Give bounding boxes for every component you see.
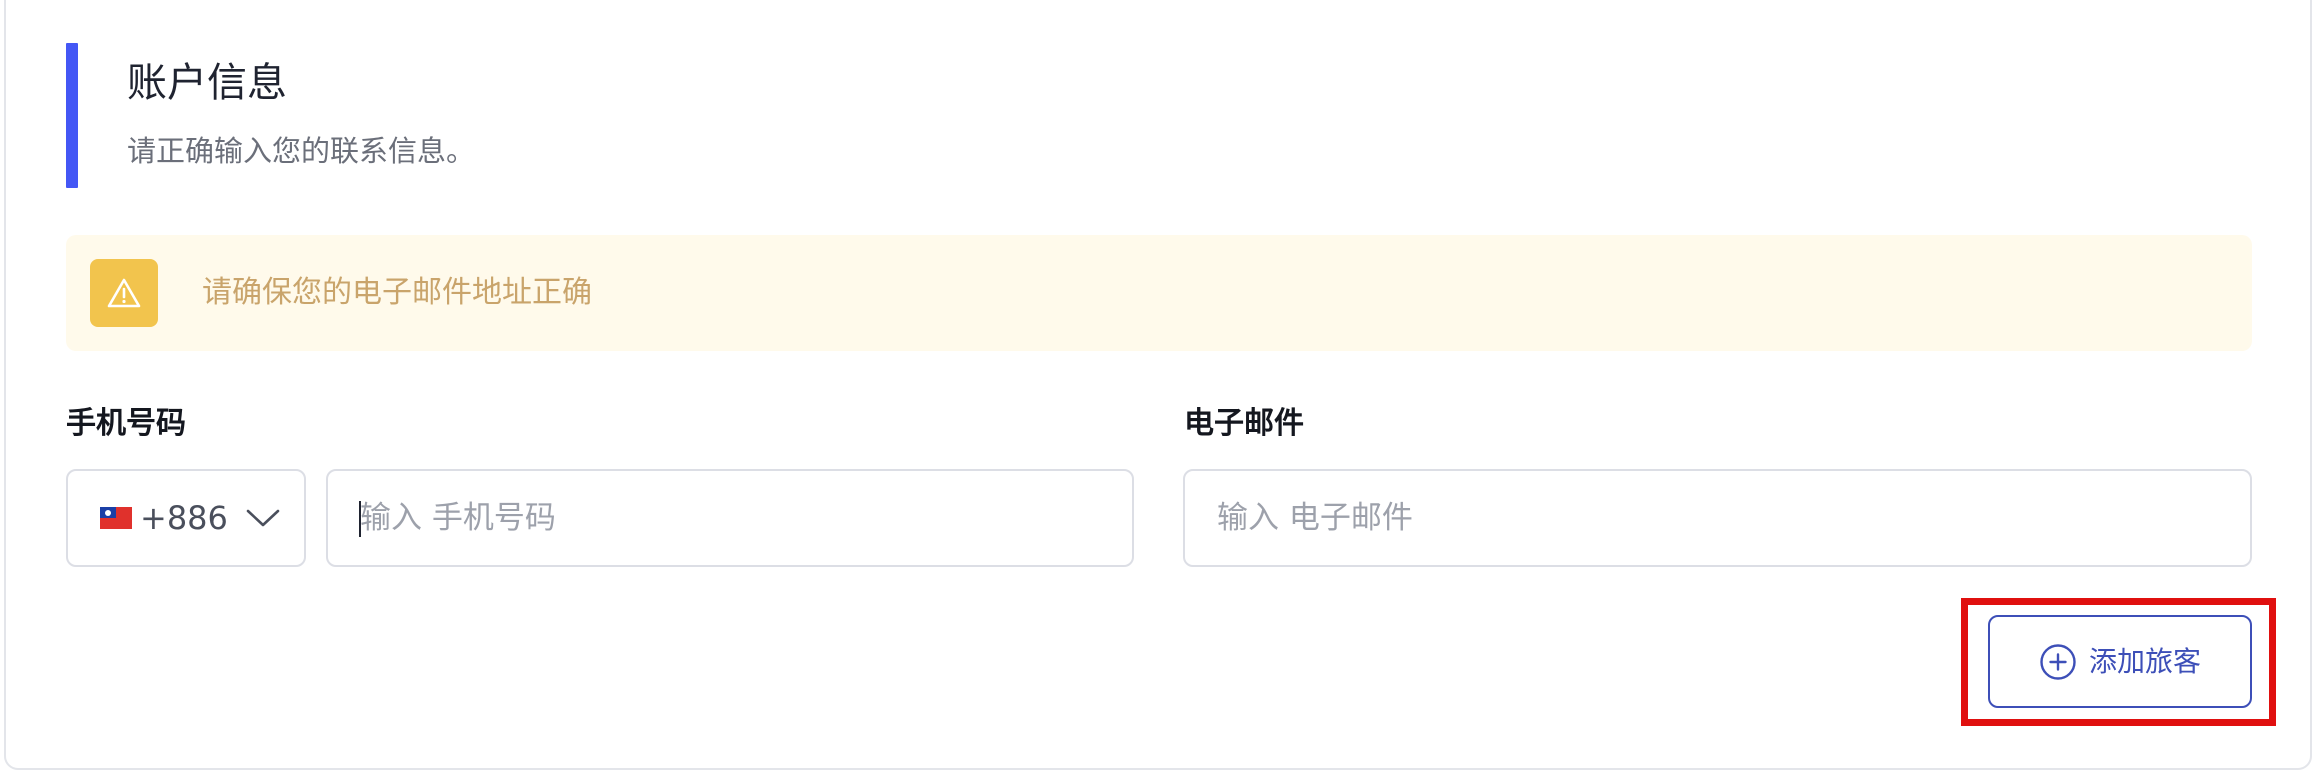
phone-number-input[interactable] bbox=[326, 469, 1134, 567]
section-accent-bar bbox=[66, 43, 78, 188]
text-cursor bbox=[359, 501, 361, 537]
alert-message: 请确保您的电子邮件地址正确 bbox=[202, 275, 592, 310]
dial-code: +886 bbox=[140, 499, 228, 537]
account-info-card bbox=[4, 0, 2312, 770]
plus-circle-icon bbox=[2039, 643, 2077, 681]
taiwan-flag-icon bbox=[100, 507, 132, 529]
section-subtitle: 请正确输入您的联系信息。 bbox=[127, 134, 476, 168]
add-traveler-button[interactable]: 添加旅客 bbox=[1988, 615, 2252, 708]
chevron-down-icon bbox=[246, 508, 280, 528]
add-traveler-label: 添加旅客 bbox=[2088, 644, 2201, 678]
section-title: 账户信息 bbox=[127, 60, 287, 106]
phone-label: 手机号码 bbox=[66, 406, 186, 441]
email-warning-alert: 请确保您的电子邮件地址正确 bbox=[66, 235, 2252, 351]
email-input[interactable] bbox=[1183, 469, 2252, 567]
warning-triangle-icon bbox=[90, 259, 158, 327]
email-label: 电子邮件 bbox=[1184, 406, 1304, 441]
country-code-select[interactable]: +886 bbox=[66, 469, 306, 567]
